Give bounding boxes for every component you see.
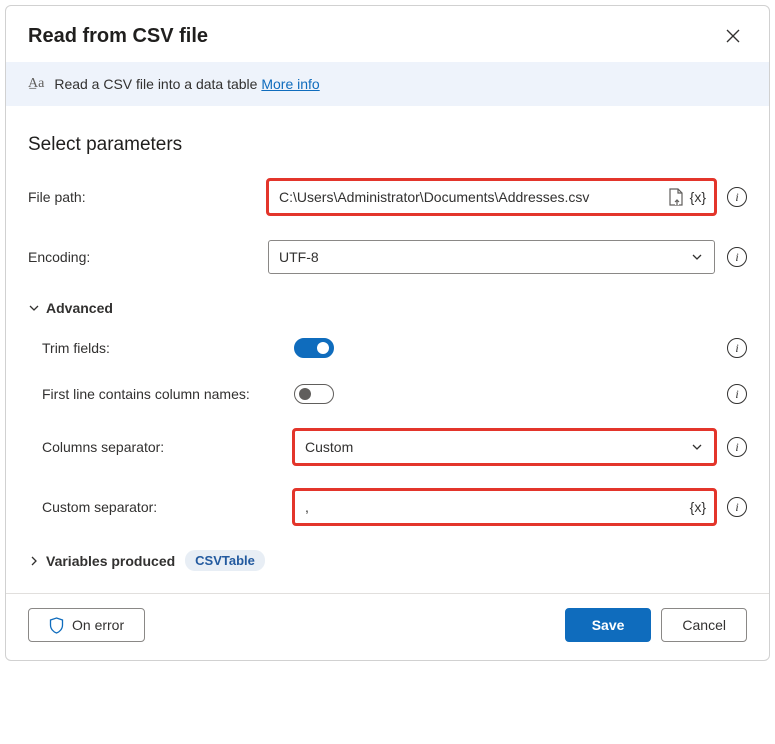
encoding-value: UTF-8 — [279, 249, 319, 265]
close-button[interactable] — [719, 22, 747, 50]
close-icon — [726, 29, 740, 43]
dialog-title: Read from CSV file — [28, 25, 208, 48]
advanced-group: Trim fields: i First line contains colum… — [28, 338, 747, 524]
more-info-link[interactable]: More info — [261, 76, 319, 92]
variable-picker-icon[interactable]: {x} — [690, 189, 706, 205]
variable-picker-icon[interactable]: {x} — [690, 499, 706, 515]
cancel-button[interactable]: Cancel — [661, 608, 747, 642]
dialog-header: Read from CSV file — [6, 6, 769, 62]
banner-text: Read a CSV file into a data table More i… — [54, 76, 319, 92]
read-csv-dialog: Read from CSV file A̲a Read a CSV file i… — [5, 5, 770, 661]
info-encoding[interactable]: i — [727, 247, 747, 267]
dialog-body: Select parameters File path: {x} i En — [6, 106, 769, 593]
dialog-footer: On error Save Cancel — [6, 593, 769, 660]
info-trim[interactable]: i — [727, 338, 747, 358]
row-encoding: Encoding: UTF-8 i — [28, 240, 747, 274]
chevron-right-icon — [28, 555, 40, 567]
firstline-toggle[interactable] — [294, 384, 334, 404]
row-separator: Columns separator: Custom i — [42, 430, 747, 464]
firstline-label: First line contains column names: — [42, 386, 294, 402]
variable-badge[interactable]: CSVTable — [185, 550, 265, 571]
custom-label: Custom separator: — [42, 499, 294, 515]
custom-field[interactable]: {x} — [294, 490, 715, 524]
info-file-path[interactable]: i — [727, 187, 747, 207]
row-trim: Trim fields: i — [42, 338, 747, 358]
encoding-select[interactable]: UTF-8 — [268, 240, 715, 274]
separator-value: Custom — [305, 439, 353, 455]
chevron-down-icon — [690, 440, 704, 454]
variables-produced-label: Variables produced — [46, 553, 175, 569]
custom-input[interactable] — [303, 498, 684, 516]
trim-toggle[interactable] — [294, 338, 334, 358]
separator-select[interactable]: Custom — [294, 430, 715, 464]
text-style-icon: A̲a — [28, 76, 44, 92]
row-file-path: File path: {x} i — [28, 180, 747, 214]
file-path-field[interactable]: {x} — [268, 180, 715, 214]
separator-label: Columns separator: — [42, 439, 294, 455]
section-title: Select parameters — [28, 134, 747, 156]
file-path-input[interactable] — [277, 188, 662, 206]
variables-produced-expander[interactable]: Variables produced CSVTable — [28, 550, 747, 571]
chevron-down-icon — [690, 250, 704, 264]
shield-icon — [49, 617, 64, 634]
advanced-expander[interactable]: Advanced — [28, 300, 747, 316]
chevron-down-icon — [28, 302, 40, 314]
on-error-button[interactable]: On error — [28, 608, 145, 642]
advanced-label: Advanced — [46, 300, 113, 316]
info-banner: A̲a Read a CSV file into a data table Mo… — [6, 62, 769, 106]
info-firstline[interactable]: i — [727, 384, 747, 404]
row-firstline: First line contains column names: i — [42, 384, 747, 404]
info-separator[interactable]: i — [727, 437, 747, 457]
row-custom: Custom separator: {x} i — [42, 490, 747, 524]
encoding-label: Encoding: — [28, 249, 268, 265]
file-picker-icon[interactable] — [668, 188, 684, 206]
file-path-label: File path: — [28, 189, 268, 205]
save-button[interactable]: Save — [565, 608, 652, 642]
trim-label: Trim fields: — [42, 340, 294, 356]
info-custom[interactable]: i — [727, 497, 747, 517]
